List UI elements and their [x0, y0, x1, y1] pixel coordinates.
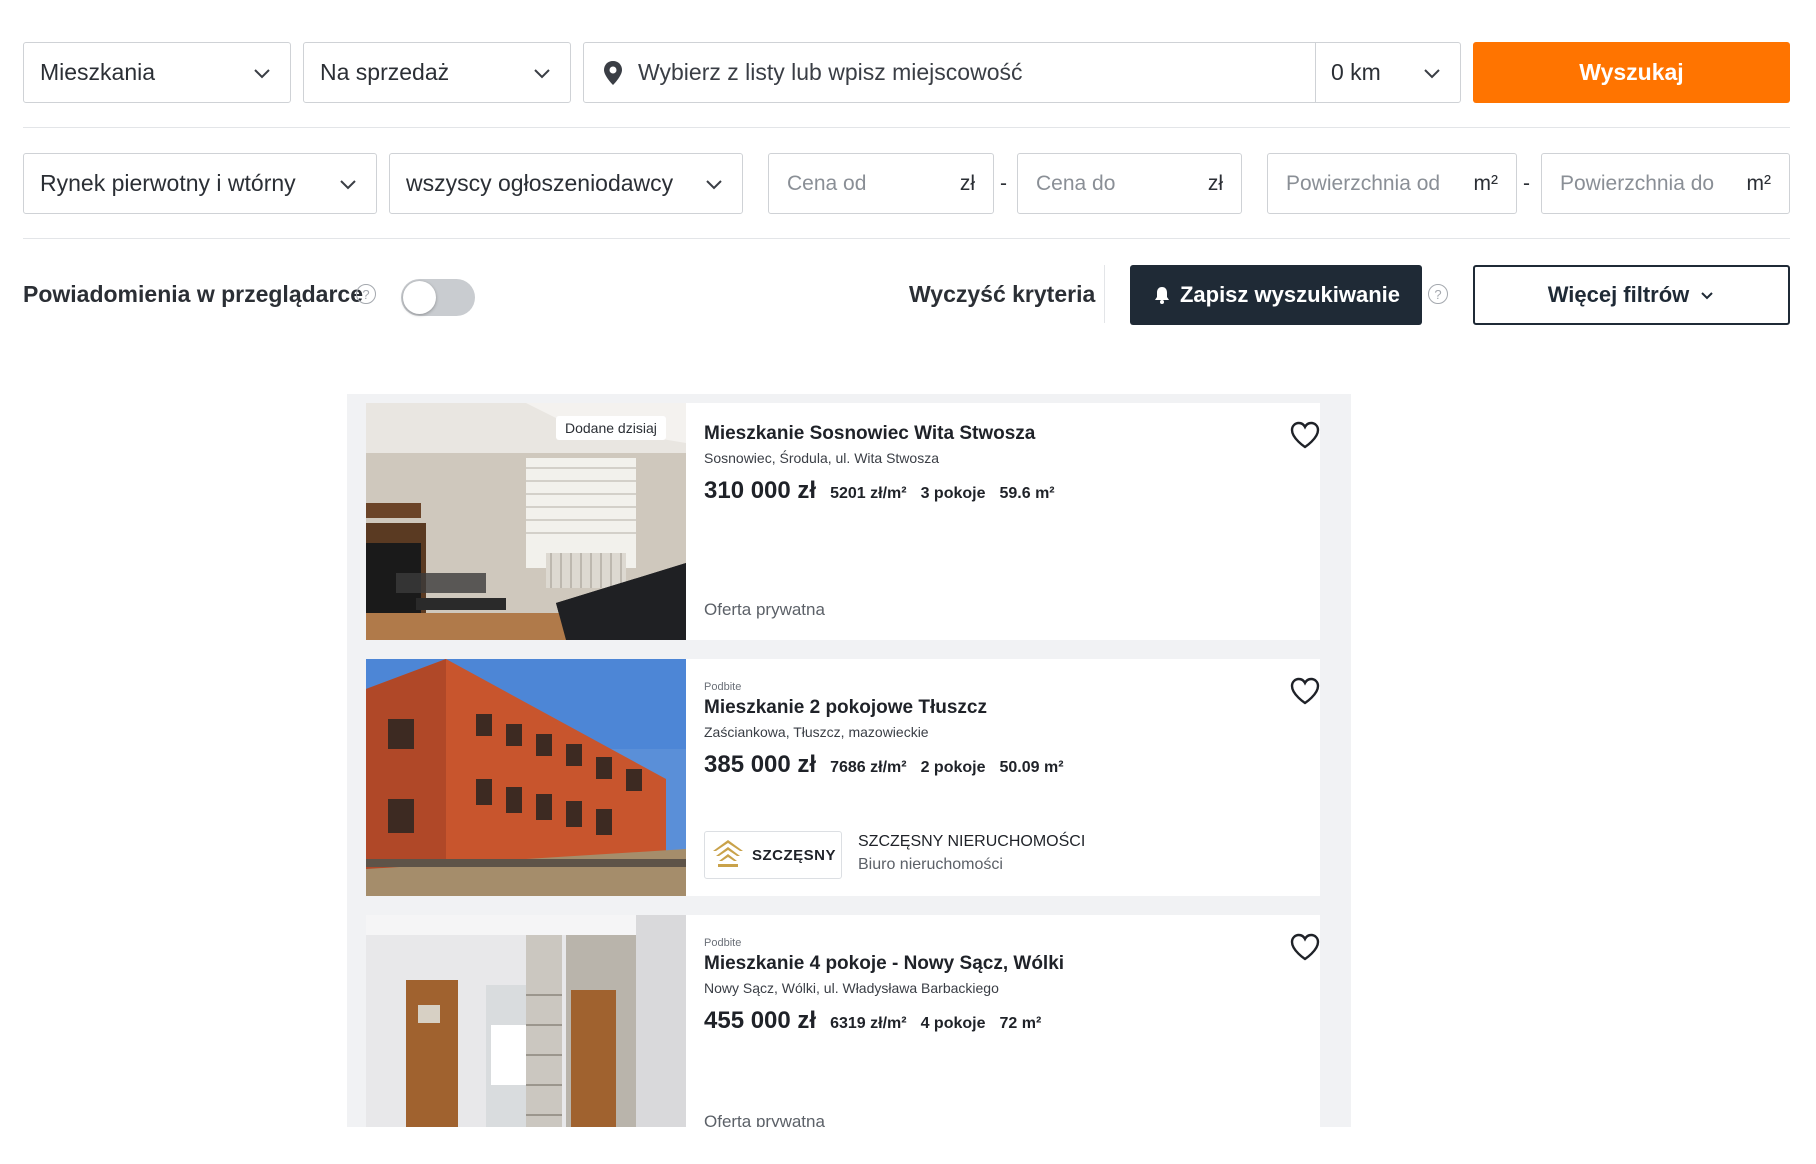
listing-title[interactable]: Mieszkanie 4 pokoje - Nowy Sącz, Wólki — [704, 953, 1064, 975]
listing-area: 59.6 m² — [999, 485, 1055, 502]
market-select[interactable]: Rynek pierwotny i wtórny — [23, 153, 377, 214]
advertiser-value: wszyscy ogłoszeniodawcy — [406, 170, 674, 196]
deal-type-select[interactable]: Na sprzedaż — [303, 42, 571, 103]
promoted-label: Podbite — [704, 681, 742, 693]
seller-type: Oferta prywatna — [704, 1112, 825, 1127]
listing-price-row: 310 000 zł 5201 zł/m² 3 pokoje 59.6 m² — [704, 477, 1055, 505]
listing-rooms: 2 pokoje — [920, 759, 986, 776]
favorite-heart-icon[interactable] — [1290, 677, 1320, 707]
chevron-down-icon — [1699, 287, 1715, 303]
favorite-heart-icon[interactable] — [1290, 933, 1320, 963]
brick-building-photo — [366, 659, 686, 896]
property-type-select[interactable]: Mieszkania — [23, 42, 291, 103]
area-from-placeholder: Powierzchnia od — [1286, 171, 1441, 195]
agency-logo-text: SZCZĘSNY — [751, 846, 836, 864]
listing-price-row: 385 000 zł 7686 zł/m² 2 pokoje 50.09 m² — [704, 751, 1064, 779]
advertiser-select[interactable]: wszyscy ogłoszeniodawcy — [389, 153, 743, 214]
notifications-toggle[interactable] — [401, 279, 475, 316]
range-separator: - — [1000, 172, 1007, 195]
price-unit: zł — [959, 171, 975, 195]
chevron-down-icon — [1422, 63, 1442, 83]
radius-value: 0 km — [1331, 59, 1381, 85]
area-from-input[interactable]: Powierzchnia od m² — [1267, 153, 1517, 214]
listing-card[interactable]: Podbite Mieszkanie 2 pokojowe Tłuszcz Za… — [366, 659, 1320, 896]
listing-address: Nowy Sącz, Wólki, ul. Władysława Barback… — [704, 980, 999, 996]
listing-price-row: 455 000 zł 6319 zł/m² 4 pokoje 72 m² — [704, 1007, 1041, 1035]
listing-price-per-m2: 5201 zł/m² — [830, 485, 907, 502]
clear-criteria-button[interactable]: Wyczyść kryteria — [909, 281, 1095, 308]
listing-price: 385 000 zł — [704, 751, 817, 778]
listing-rooms: 3 pokoje — [920, 485, 986, 502]
favorite-heart-icon[interactable] — [1290, 421, 1320, 451]
listing-rooms: 4 pokoje — [920, 1015, 986, 1032]
listing-card[interactable]: Podbite Mieszkanie 4 pokoje - Nowy Sącz,… — [366, 915, 1320, 1127]
price-to-placeholder: Cena do — [1036, 171, 1116, 195]
seller-type: Oferta prywatna — [704, 600, 825, 619]
location-input[interactable]: Wybierz z listy lub wpisz miejscowość — [638, 59, 1315, 86]
chevron-down-icon — [704, 174, 724, 194]
chevron-down-icon — [532, 63, 552, 83]
save-search-button[interactable]: Zapisz wyszukiwanie — [1130, 265, 1422, 325]
listing-price-per-m2: 7686 zł/m² — [830, 759, 907, 776]
listing-address: Sosnowiec, Środula, ul. Wita Stwosza — [704, 450, 939, 466]
location-pin-icon — [602, 60, 624, 86]
listing-photo[interactable] — [366, 659, 686, 896]
price-unit: zł — [1207, 171, 1223, 195]
range-separator: - — [1523, 172, 1530, 195]
area-to-placeholder: Powierzchnia do — [1560, 171, 1715, 195]
listing-address: Zaściankowa, Tłuszcz, mazowieckie — [704, 724, 929, 740]
listing-title[interactable]: Mieszkanie 2 pokojowe Tłuszcz — [704, 697, 987, 719]
price-from-input[interactable]: Cena od zł — [768, 153, 994, 214]
help-icon[interactable]: ? — [1428, 284, 1448, 304]
divider — [23, 127, 1790, 128]
radius-select[interactable]: 0 km — [1315, 43, 1460, 102]
new-badge: Dodane dzisiaj — [556, 416, 666, 440]
help-icon[interactable]: ? — [356, 284, 376, 304]
agency-name: SZCZĘSNY NIERUCHOMOŚCI — [858, 833, 1086, 850]
agency-type: Biuro nieruchomości — [858, 856, 1003, 873]
price-to-input[interactable]: Cena do zł — [1017, 153, 1242, 214]
listing-area: 50.09 m² — [999, 759, 1064, 776]
more-filters-button[interactable]: Więcej filtrów — [1473, 265, 1790, 325]
divider — [23, 238, 1790, 239]
divider — [1104, 265, 1105, 323]
listing-card[interactable]: Dodane dzisiaj Mieszkanie Sosnowiec Wita… — [366, 403, 1320, 640]
listing-photo[interactable] — [366, 915, 686, 1127]
chevron-down-icon — [338, 174, 358, 194]
more-filters-label: Więcej filtrów — [1547, 282, 1690, 307]
bell-icon — [1152, 285, 1172, 305]
listings-panel: Dodane dzisiaj Mieszkanie Sosnowiec Wita… — [347, 394, 1351, 1127]
market-value: Rynek pierwotny i wtórny — [40, 170, 296, 196]
notifications-label: Powiadomienia w przeglądarce — [23, 281, 363, 307]
agency-logo-mark — [712, 840, 743, 867]
listing-price-per-m2: 6319 zł/m² — [830, 1015, 907, 1032]
listing-title[interactable]: Mieszkanie Sosnowiec Wita Stwosza — [704, 423, 1035, 445]
listing-price: 455 000 zł — [704, 1007, 817, 1034]
property-type-value: Mieszkania — [40, 59, 156, 85]
area-unit: m² — [1473, 171, 1499, 195]
listing-price: 310 000 zł — [704, 477, 817, 504]
area-unit: m² — [1746, 171, 1772, 195]
toggle-knob — [403, 281, 436, 314]
hallway-photo — [366, 915, 686, 1127]
location-field: Wybierz z listy lub wpisz miejscowość 0 … — [583, 42, 1461, 103]
area-to-input[interactable]: Powierzchnia do m² — [1541, 153, 1790, 214]
save-search-label: Zapisz wyszukiwanie — [1179, 282, 1401, 307]
promoted-label: Podbite — [704, 937, 742, 949]
deal-type-value: Na sprzedaż — [320, 59, 450, 85]
chevron-down-icon — [252, 63, 272, 83]
agency-logo[interactable]: SZCZĘSNY — [704, 831, 842, 879]
search-button[interactable]: Wyszukaj — [1473, 42, 1790, 103]
listing-area: 72 m² — [999, 1015, 1042, 1032]
price-from-placeholder: Cena od — [787, 171, 867, 195]
